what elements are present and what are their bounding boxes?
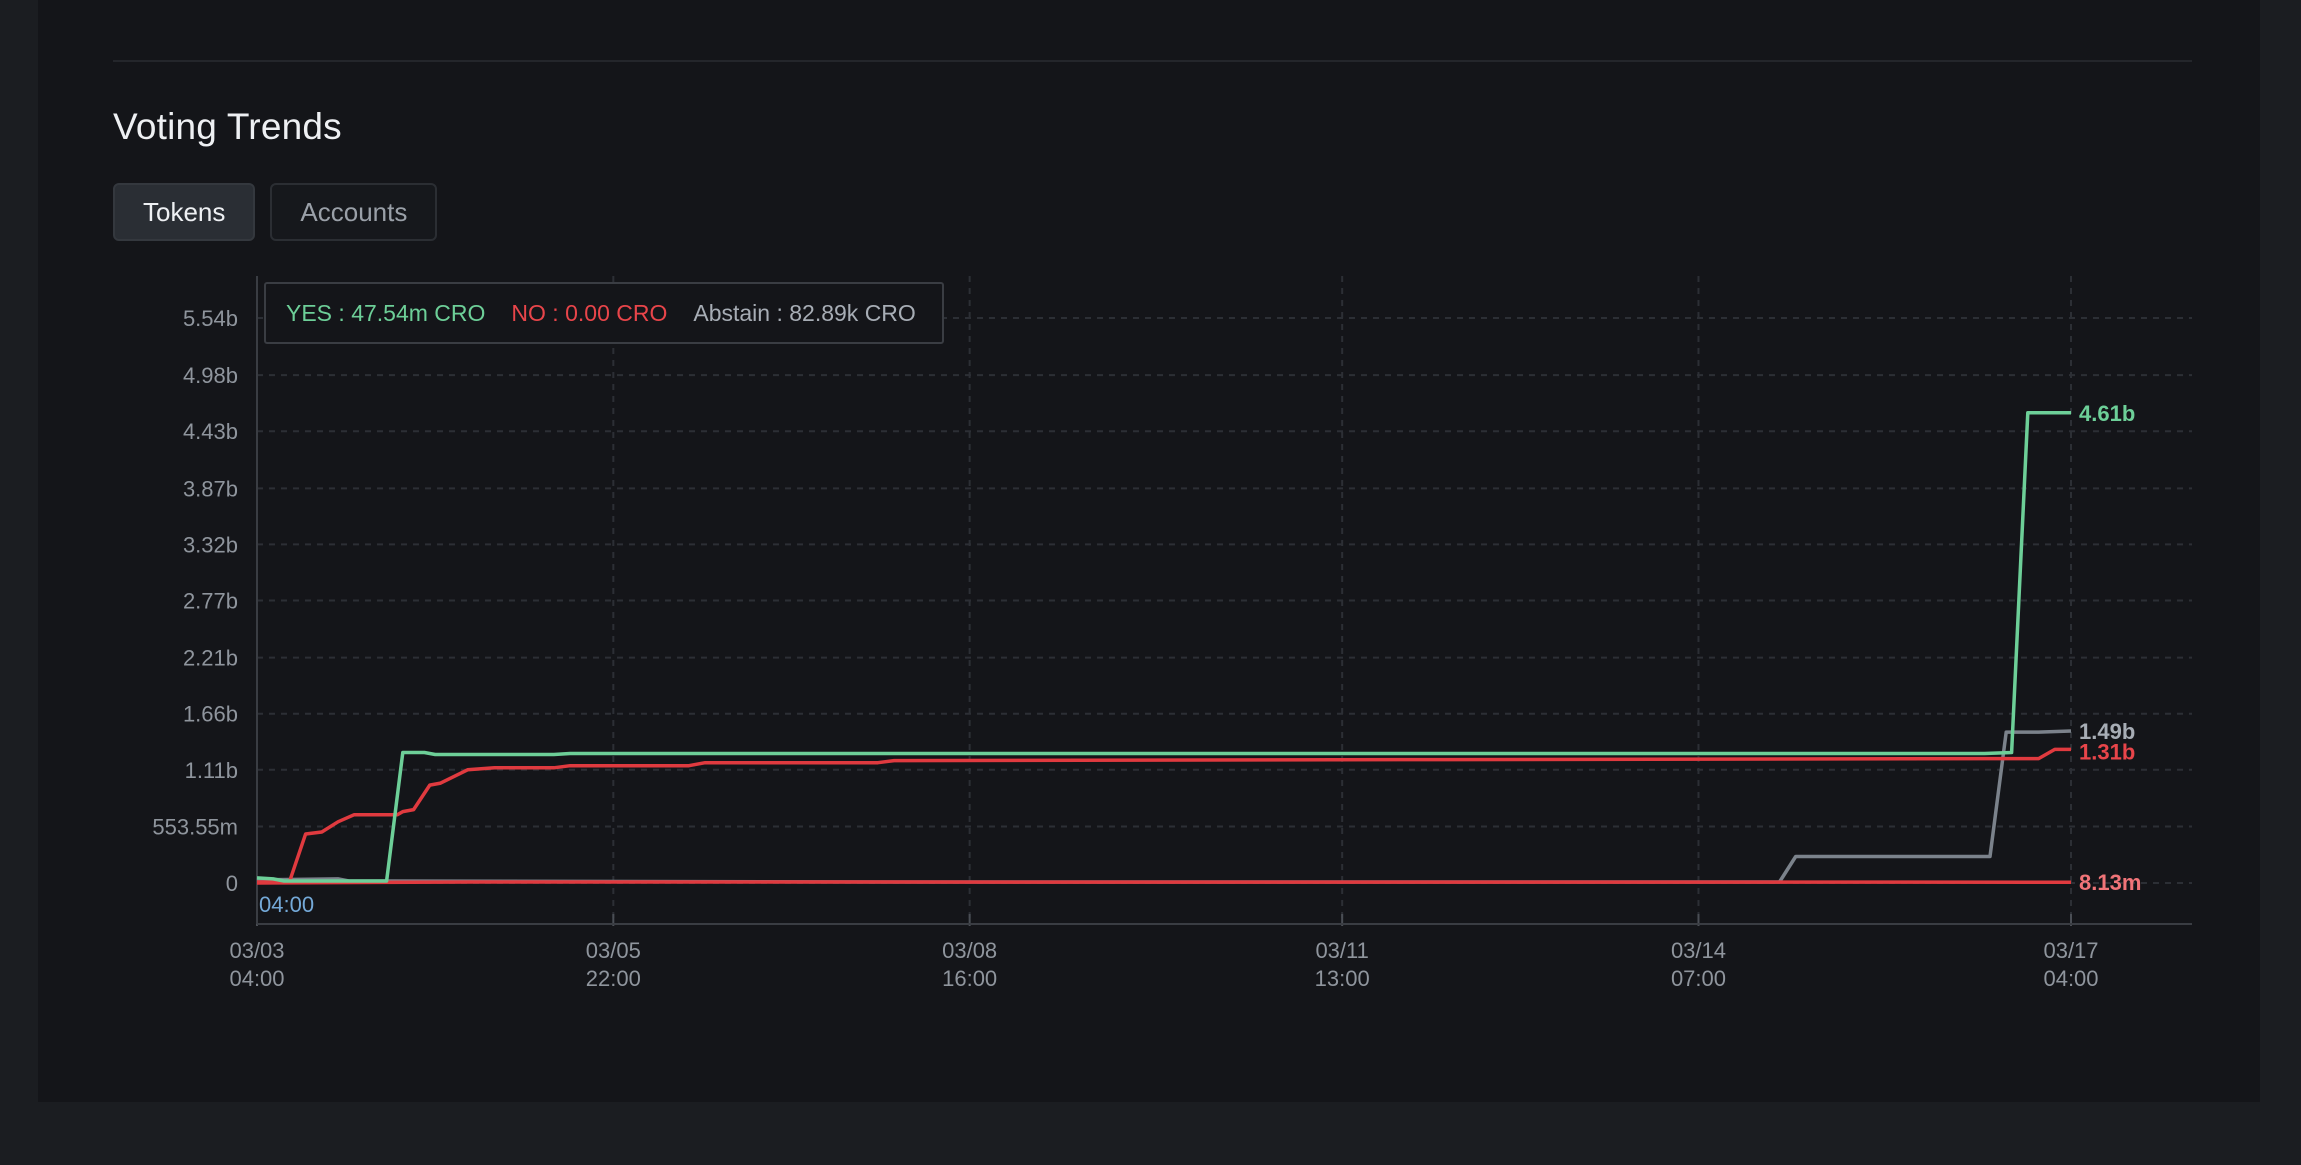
y-tick-label: 4.98b xyxy=(183,363,238,388)
x-tick-label-time: 04:00 xyxy=(2043,966,2098,991)
y-tick-label: 3.87b xyxy=(183,476,238,501)
series-end-label: 4.61b xyxy=(2079,401,2135,426)
y-tick-label: 0 xyxy=(226,871,238,896)
y-tick-label: 2.77b xyxy=(183,589,238,614)
chart-tooltip: YES : 47.54m CRO NO : 0.00 CRO Abstain :… xyxy=(264,282,944,344)
tooltip-abstain: Abstain : 82.89k CRO xyxy=(693,299,916,326)
x-tick-label-time: 07:00 xyxy=(1671,966,1726,991)
x-tick-label-date: 03/03 xyxy=(229,938,284,963)
y-tick-label: 1.66b xyxy=(183,702,238,727)
x-tick-label-time: 16:00 xyxy=(942,966,997,991)
tooltip-no: NO : 0.00 CRO xyxy=(511,299,668,326)
x-tick-label-date: 03/05 xyxy=(586,938,641,963)
y-tick-label: 5.54b xyxy=(183,306,238,331)
y-tick-label: 4.43b xyxy=(183,419,238,444)
y-tick-label: 553.55m xyxy=(152,815,238,840)
chart-labels: 0 553.55m 1.11b 1.66b 2.21b 2.77b 3.32b 3.87b 4.… xyxy=(152,306,2141,991)
y-tick-label: 1.11b xyxy=(185,758,238,783)
y-tick-label: 3.32b xyxy=(183,532,238,557)
series-line-no-with-veto xyxy=(256,880,2072,885)
x-tick-label-time: 13:00 xyxy=(1315,966,1370,991)
chart-grid xyxy=(256,276,2192,924)
x-tick-label-date: 03/14 xyxy=(1671,938,1726,963)
voting-trends-chart[interactable]: 0 553.55m 1.11b 1.66b 2.21b 2.77b 3.32b 3.87b 4.… xyxy=(0,0,2301,1165)
x-tick-label-date: 03/17 xyxy=(2043,938,2098,963)
x-tick-label-date: 03/11 xyxy=(1315,938,1368,963)
x-tick-label-time: 04:00 xyxy=(229,966,284,991)
x-tick-label-time: 22:00 xyxy=(586,966,641,991)
y-tick-label: 2.21b xyxy=(183,646,238,671)
cursor-time-label: 04:00 xyxy=(259,892,314,917)
series-end-label: 1.31b xyxy=(2079,739,2135,764)
tooltip-yes: YES : 47.54m CRO xyxy=(286,299,486,326)
series-end-label: 8.13m xyxy=(2079,870,2141,895)
series-line-yes xyxy=(256,411,2071,883)
x-tick-label-date: 03/08 xyxy=(942,938,997,963)
chart-series xyxy=(256,411,2072,885)
